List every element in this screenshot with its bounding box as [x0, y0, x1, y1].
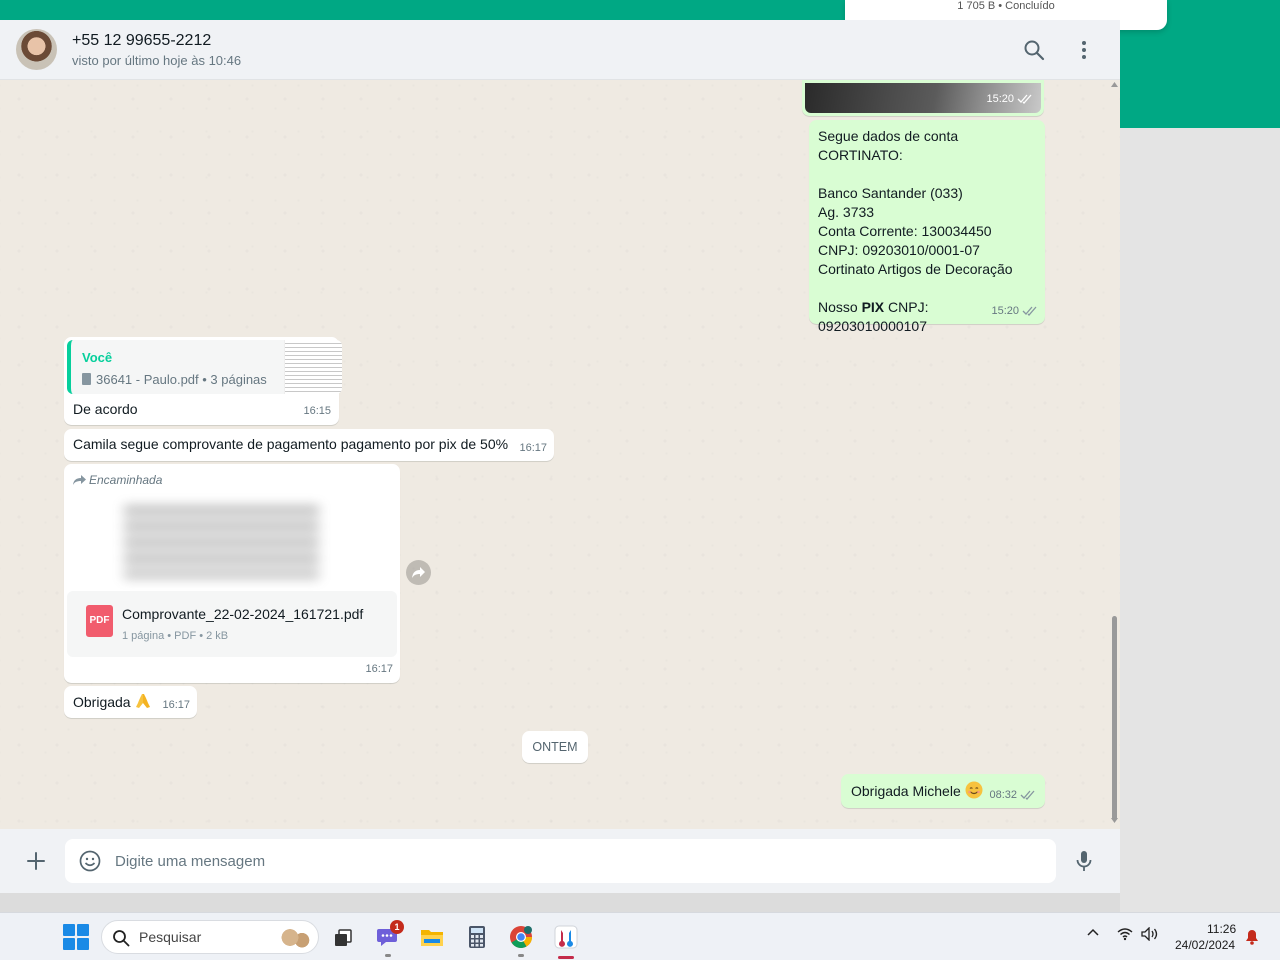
calculator-icon[interactable]: [464, 924, 490, 950]
date-divider: ONTEM: [522, 731, 588, 763]
praying-hands-emoji-icon: [136, 694, 151, 708]
chat-header[interactable]: +55 12 99655-2212 visto por último hoje …: [0, 20, 1120, 80]
message-text: Obrigada Michele: [851, 783, 961, 799]
microphone-icon[interactable]: [1072, 849, 1096, 873]
contact-name[interactable]: +55 12 99655-2212: [72, 32, 211, 50]
message-text: Camila segue comprovante de pagamento pa…: [73, 436, 509, 452]
clock-time[interactable]: 11:26: [1207, 922, 1236, 936]
document-icon: [82, 373, 91, 385]
chevron-up-icon[interactable]: [1087, 927, 1099, 939]
avatar[interactable]: [16, 29, 57, 70]
document-file-info: 1 página • PDF • 2 kB: [122, 630, 229, 642]
reply-message[interactable]: Você 36641 - Paulo.pdf • 3 páginas De ac…: [64, 337, 342, 425]
message-text: Segue dados de conta CORTINATO: Banco Sa…: [818, 128, 1013, 315]
forward-icon: [73, 475, 86, 485]
attach-plus-icon[interactable]: [24, 849, 48, 873]
scroll-down-arrow-icon[interactable]: [1111, 818, 1118, 823]
message-input-box[interactable]: [65, 839, 1056, 883]
search-icon[interactable]: [1022, 38, 1046, 62]
thanks-message[interactable]: Obrigada 16:17: [64, 686, 197, 718]
chrome-icon[interactable]: [508, 924, 534, 950]
windows-taskbar: Pesquisar 1 11:26 24/02/2024: [0, 912, 1280, 960]
chat-notification-badge: 1: [390, 920, 404, 934]
pdf-icon: PDF: [86, 605, 113, 637]
emoji-icon[interactable]: [78, 849, 102, 873]
search-label: Pesquisar: [139, 929, 202, 945]
taskbar-search[interactable]: Pesquisar: [101, 920, 319, 954]
image-message[interactable]: 15:20: [802, 80, 1044, 116]
message-composer: [0, 829, 1120, 893]
message-time: 16:17: [162, 699, 190, 711]
outgoing-thanks-message[interactable]: Obrigada Michele 08:32: [841, 774, 1045, 808]
forwarded-label: Encaminhada: [73, 471, 162, 490]
volume-icon[interactable]: [1141, 927, 1159, 941]
forward-share-button[interactable]: [406, 560, 431, 585]
payment-note-message[interactable]: Camila segue comprovante de pagamento pa…: [64, 429, 554, 461]
message-input[interactable]: [115, 851, 1015, 871]
contact-last-seen: visto por último hoje às 10:46: [72, 53, 242, 68]
message-bold-text: PIX: [861, 299, 885, 315]
running-app-indicator: [518, 954, 524, 957]
quoted-message[interactable]: Você 36641 - Paulo.pdf • 3 páginas: [67, 340, 342, 394]
scrollbar-thumb[interactable]: [1112, 616, 1117, 821]
running-app-indicator: [385, 954, 391, 957]
task-view-icon[interactable]: [331, 924, 357, 950]
chat-messages-area[interactable]: 15:20 Segue dados de conta CORTINATO: Ba…: [0, 80, 1120, 829]
message-time: 08:32: [989, 786, 1036, 805]
share-forward-icon: [412, 567, 425, 578]
quote-file: 36641 - Paulo.pdf • 3 páginas: [82, 370, 267, 389]
snipping-tool-icon[interactable]: [553, 924, 579, 950]
document-preview[interactable]: [67, 490, 397, 591]
file-explorer-icon[interactable]: [419, 924, 445, 950]
kebab-menu-icon[interactable]: [1072, 38, 1096, 62]
double-check-icon: [1022, 306, 1037, 316]
search-highlight-image: [274, 924, 314, 951]
blurred-preview-content: [124, 507, 319, 577]
clock-date[interactable]: 24/02/2024: [1175, 938, 1235, 952]
message-time: 15:20: [986, 90, 1033, 109]
quote-document-thumbnail: [284, 340, 342, 394]
quote-author: Você: [82, 350, 113, 365]
message-text: De acordo: [73, 401, 138, 417]
windows-start-icon[interactable]: [63, 924, 89, 950]
message-time: 15:20: [991, 302, 1038, 321]
chat-scrollbar[interactable]: [1111, 80, 1118, 829]
scroll-up-arrow-icon[interactable]: [1111, 82, 1118, 87]
download-status-text: 1 705 B • Concluído: [957, 0, 1055, 12]
message-text: Obrigada: [73, 694, 131, 710]
message-time: 16:17: [365, 663, 393, 675]
wifi-icon[interactable]: [1117, 927, 1133, 941]
active-app-indicator: [558, 956, 574, 959]
double-check-icon: [1020, 790, 1035, 800]
notification-bell-icon[interactable]: [1245, 929, 1259, 945]
forwarded-document-message[interactable]: Encaminhada PDF Comprovante_22-02-2024_1…: [64, 464, 400, 683]
right-side-panel: [1120, 128, 1280, 912]
double-check-icon: [1017, 94, 1032, 104]
bank-details-message[interactable]: Segue dados de conta CORTINATO: Banco Sa…: [809, 120, 1045, 334]
document-card[interactable]: PDF Comprovante_22-02-2024_161721.pdf 1 …: [67, 591, 397, 657]
message-time: 16:15: [303, 405, 331, 417]
search-icon: [113, 930, 130, 947]
document-file-name: Comprovante_22-02-2024_161721.pdf: [122, 606, 364, 622]
message-time: 16:17: [519, 442, 547, 454]
image-thumbnail[interactable]: 15:20: [805, 83, 1041, 113]
smiling-face-emoji-icon: [965, 781, 983, 799]
window-bottom-edge: [0, 893, 1120, 912]
